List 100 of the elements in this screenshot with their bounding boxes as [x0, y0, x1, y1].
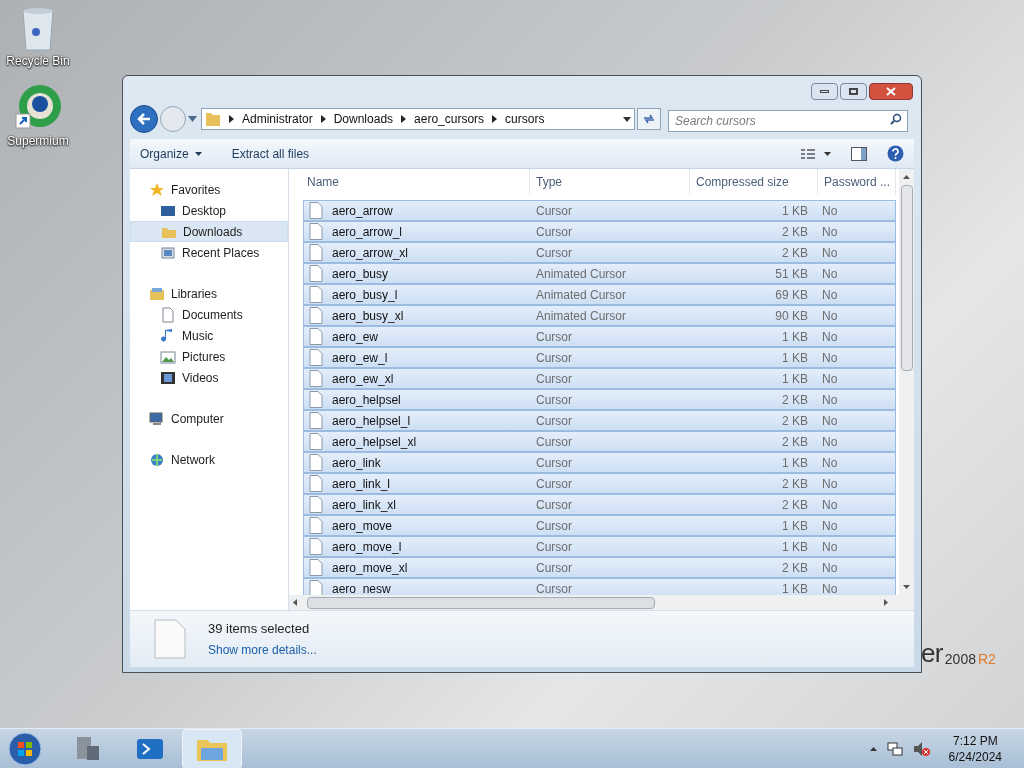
nav-item[interactable]: Documents — [130, 304, 288, 325]
file-type: Cursor — [535, 538, 573, 556]
scroll-thumb[interactable] — [900, 185, 913, 371]
file-row[interactable]: aero_link_xl Cursor 2 KB No — [303, 494, 896, 515]
nav-item[interactable]: Downloads — [130, 221, 288, 242]
file-size: 1 KB — [781, 328, 808, 346]
refresh-button[interactable] — [637, 108, 661, 130]
file-type: Cursor — [535, 244, 573, 262]
file-row[interactable]: aero_arrow_l Cursor 2 KB No — [303, 221, 896, 242]
nav-group-item[interactable]: Computer — [130, 408, 288, 429]
nav-item[interactable]: Pictures — [130, 346, 288, 367]
scroll-left-icon[interactable] — [293, 599, 297, 606]
file-size: 1 KB — [781, 370, 808, 388]
file-icon — [309, 265, 323, 282]
file-row[interactable]: aero_busy_xl Animated Cursor 90 KB No — [303, 305, 896, 326]
breadcrumb[interactable]: Administrator — [242, 110, 313, 128]
toolbar-button[interactable]: Extract all files — [231, 144, 310, 163]
address-bar[interactable]: Administrator Downloads aero_cursors cursors — [201, 108, 635, 130]
close-icon — [886, 86, 896, 96]
file-row[interactable]: aero_link_l Cursor 2 KB No — [303, 473, 896, 494]
desktop-icon-label: Supermium — [7, 133, 69, 150]
nav-item[interactable]: Recent Places — [130, 242, 288, 263]
horizontal-scrollbar[interactable] — [289, 595, 914, 610]
vertical-scrollbar[interactable] — [899, 169, 914, 595]
file-size: 2 KB — [781, 412, 808, 430]
column-header[interactable]: Name — [301, 169, 530, 195]
file-row[interactable]: aero_helpsel Cursor 2 KB No — [303, 389, 896, 410]
network-icon — [149, 451, 165, 468]
history-dropdown-icon[interactable] — [623, 116, 631, 122]
clock[interactable]: 7:12 PM 6/24/2024 — [948, 732, 1002, 765]
nav-item[interactable]: Videos — [130, 367, 288, 388]
help-icon[interactable] — [887, 145, 904, 162]
maximize-button[interactable] — [840, 82, 867, 100]
column-header[interactable]: Type — [530, 169, 690, 195]
file-name: aero_ew — [332, 328, 379, 346]
wallpaper-logo-edition: R2 — [978, 652, 996, 666]
file-icon — [154, 619, 186, 659]
file-row[interactable]: aero_ew_xl Cursor 1 KB No — [303, 368, 896, 389]
file-icon — [309, 538, 323, 555]
file-row[interactable]: aero_busy Animated Cursor 51 KB No — [303, 263, 896, 284]
scroll-up-icon[interactable] — [903, 175, 910, 179]
file-name: aero_arrow_xl — [332, 244, 409, 262]
breadcrumb[interactable]: aero_cursors — [414, 110, 485, 128]
column-header[interactable]: Compressed size — [690, 169, 818, 195]
file-row[interactable]: aero_helpsel_l Cursor 2 KB No — [303, 410, 896, 431]
file-row[interactable]: aero_busy_l Animated Cursor 69 KB No — [303, 284, 896, 305]
file-name: aero_ew_l — [332, 349, 388, 367]
file-row[interactable]: aero_nesw Cursor 1 KB No — [303, 578, 896, 595]
nav-group-item[interactable]: Libraries — [130, 283, 288, 304]
file-size: 1 KB — [781, 517, 808, 535]
show-details-link[interactable]: Show more details... — [208, 640, 317, 659]
file-name: aero_busy_xl — [332, 307, 404, 325]
minimize-button[interactable] — [811, 82, 838, 100]
network-icon[interactable] — [886, 740, 903, 757]
close-button[interactable] — [869, 82, 913, 100]
file-size: 51 KB — [774, 265, 808, 283]
view-options-icon[interactable] — [801, 147, 831, 160]
file-row[interactable]: aero_move_l Cursor 1 KB No — [303, 536, 896, 557]
doc-icon — [160, 306, 176, 323]
scroll-right-icon[interactable] — [884, 599, 888, 606]
file-name: aero_helpsel_l — [332, 412, 411, 430]
scroll-down-icon[interactable] — [903, 585, 910, 589]
breadcrumb[interactable]: cursors — [505, 110, 545, 128]
file-icon — [309, 475, 323, 492]
file-icon — [309, 328, 323, 345]
file-size: 90 KB — [774, 307, 808, 325]
recycle-bin-icon[interactable] — [20, 6, 56, 52]
nav-group-item[interactable]: Favorites — [130, 179, 288, 200]
column-header[interactable]: Password ... — [818, 169, 896, 195]
speaker-muted-icon[interactable] — [912, 740, 931, 757]
file-type: Cursor — [535, 391, 573, 409]
breadcrumb[interactable]: Downloads — [333, 110, 394, 128]
toolbar-button[interactable]: Organize — [140, 144, 202, 163]
search-field[interactable]: Search cursors — [668, 110, 908, 132]
file-row[interactable]: aero_link Cursor 1 KB No — [303, 452, 896, 473]
browser-icon[interactable] — [14, 84, 62, 132]
file-row[interactable]: aero_arrow Cursor 1 KB No — [303, 200, 896, 221]
nav-group-item[interactable]: Network — [130, 449, 288, 470]
file-row[interactable]: aero_move Cursor 1 KB No — [303, 515, 896, 536]
scroll-thumb[interactable] — [307, 596, 655, 609]
password-status: No — [821, 286, 838, 304]
nav-item[interactable]: Desktop — [130, 200, 288, 221]
password-status: No — [821, 328, 838, 346]
dropdown-arrow-icon[interactable] — [188, 116, 197, 122]
file-type: Cursor — [535, 475, 573, 493]
file-row[interactable]: aero_arrow_xl Cursor 2 KB No — [303, 242, 896, 263]
file-icon — [309, 496, 323, 513]
wallpaper-logo-version: 2008 — [944, 652, 976, 666]
file-row[interactable]: aero_move_xl Cursor 2 KB No — [303, 557, 896, 578]
password-status: No — [821, 370, 838, 388]
back-button[interactable] — [130, 105, 158, 133]
nav-item[interactable]: Music — [130, 325, 288, 346]
password-status: No — [821, 538, 838, 556]
file-row[interactable]: aero_helpsel_xl Cursor 2 KB No — [303, 431, 896, 452]
show-hidden-icons-icon[interactable] — [869, 746, 877, 751]
preview-pane-icon[interactable] — [851, 146, 867, 161]
file-row[interactable]: aero_ew_l Cursor 1 KB No — [303, 347, 896, 368]
file-type: Animated Cursor — [535, 265, 628, 283]
password-status: No — [821, 391, 838, 409]
file-row[interactable]: aero_ew Cursor 1 KB No — [303, 326, 896, 347]
